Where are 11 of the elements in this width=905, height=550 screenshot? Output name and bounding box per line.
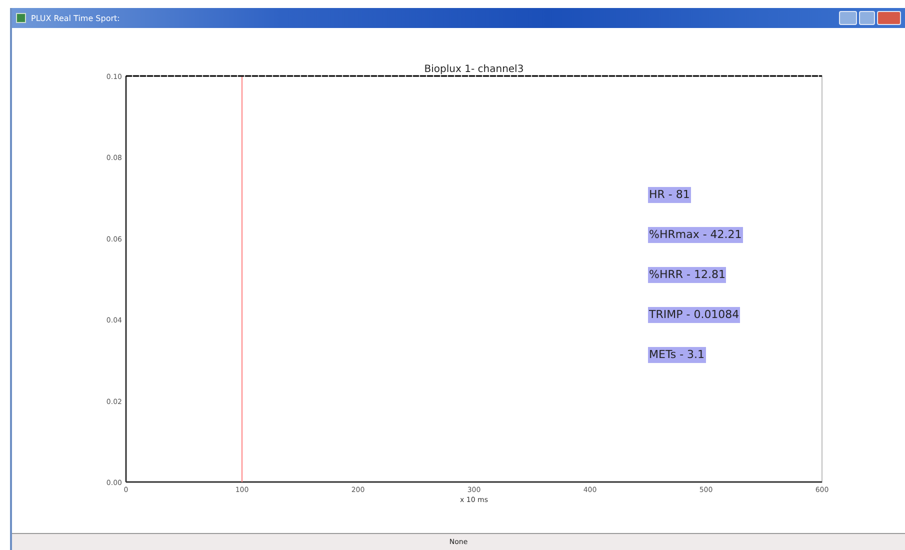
metric-label: METs - 3.1 <box>648 347 706 363</box>
metric-label: %HRR - 12.81 <box>648 267 726 283</box>
chart-title: Bioplux 1- channel3 <box>424 64 524 75</box>
maximize-button[interactable] <box>859 11 875 25</box>
window-title: PLUX Real Time Sport: <box>31 14 120 22</box>
app-icon <box>16 13 26 23</box>
close-button[interactable] <box>877 11 901 25</box>
metric-label: %HRmax - 42.21 <box>648 227 743 243</box>
metric-label: HR - 81 <box>648 187 691 203</box>
metric-label: TRIMP - 0.01084 <box>648 307 740 323</box>
minimize-button[interactable] <box>839 11 857 25</box>
